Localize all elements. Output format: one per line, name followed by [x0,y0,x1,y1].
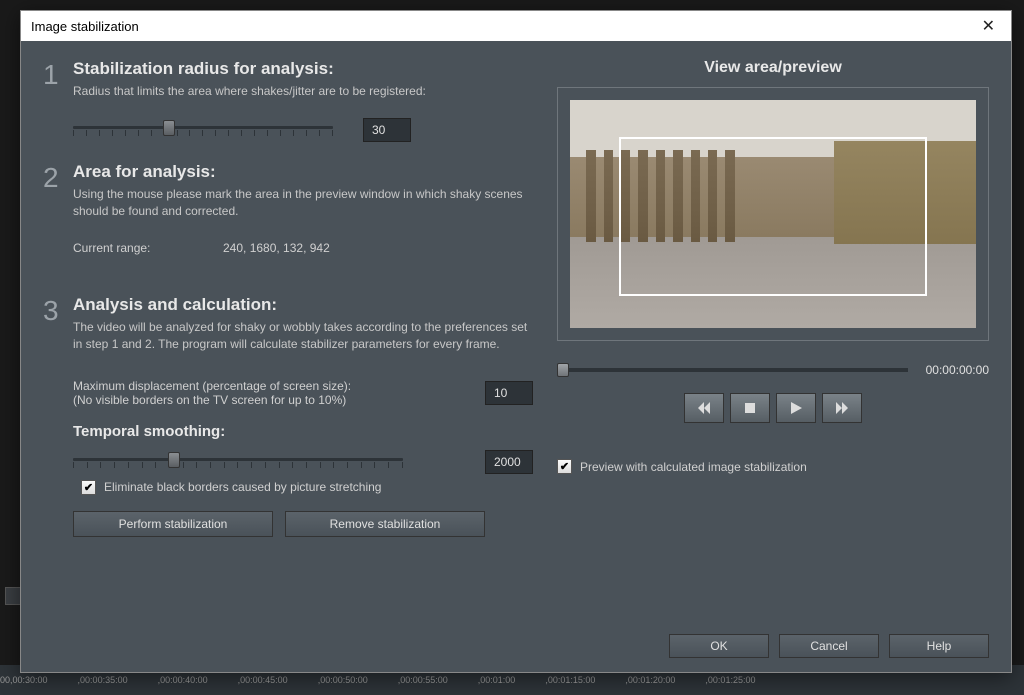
step-2: 2 Area for analysis: Using the mouse ple… [43,162,533,256]
step-number: 3 [43,295,73,327]
help-button[interactable]: Help [889,634,989,658]
selection-rectangle[interactable] [619,137,928,297]
step-3: 3 Analysis and calculation: The video wi… [43,295,533,537]
current-range-value: 240, 1680, 132, 942 [223,241,330,255]
eliminate-borders-label: Eliminate black borders caused by pictur… [104,480,381,494]
stop-button[interactable] [730,393,770,423]
preview-timeline-slider[interactable] [557,368,908,372]
image-stabilization-dialog: Image stabilization ✕ 1 Stabilization ra… [20,10,1012,673]
rewind-button[interactable] [684,393,724,423]
radius-slider[interactable] [73,118,333,142]
displacement-value[interactable]: 10 [485,381,533,405]
preview-frame [557,87,989,341]
displacement-hint: (No visible borders on the TV screen for… [73,393,351,407]
close-icon[interactable]: ✕ [976,16,1001,36]
eliminate-borders-checkbox[interactable]: ✔ [81,480,96,495]
remove-stabilization-button[interactable]: Remove stabilization [285,511,485,537]
step2-description: Using the mouse please mark the area in … [73,186,533,220]
step3-heading: Analysis and calculation: [73,295,533,315]
dialog-title: Image stabilization [31,19,139,34]
step2-heading: Area for analysis: [73,162,533,182]
cancel-button[interactable]: Cancel [779,634,879,658]
radius-value[interactable]: 30 [363,118,411,142]
step-number: 1 [43,59,73,91]
displacement-label: Maximum displacement (percentage of scre… [73,379,351,393]
preview-stabilization-checkbox[interactable]: ✔ [557,459,572,474]
ok-button[interactable]: OK [669,634,769,658]
preview-video[interactable] [570,100,976,328]
dialog-titlebar: Image stabilization ✕ [21,11,1011,41]
preview-heading: View area/preview [557,59,989,77]
timecode-display: 00:00:00:00 [926,363,989,377]
play-button[interactable] [776,393,816,423]
smoothing-value[interactable]: 2000 [485,450,533,474]
step1-description: Radius that limits the area where shakes… [73,83,533,100]
smoothing-slider[interactable] [73,450,403,474]
preview-stabilization-label: Preview with calculated image stabilizat… [580,460,807,474]
fast-forward-button[interactable] [822,393,862,423]
perform-stabilization-button[interactable]: Perform stabilization [73,511,273,537]
step1-heading: Stabilization radius for analysis: [73,59,533,79]
step3-description: The video will be analyzed for shaky or … [73,319,533,353]
step-number: 2 [43,162,73,194]
current-range-label: Current range: [73,241,223,255]
smoothing-label: Temporal smoothing: [73,423,225,440]
step-1: 1 Stabilization radius for analysis: Rad… [43,59,533,142]
